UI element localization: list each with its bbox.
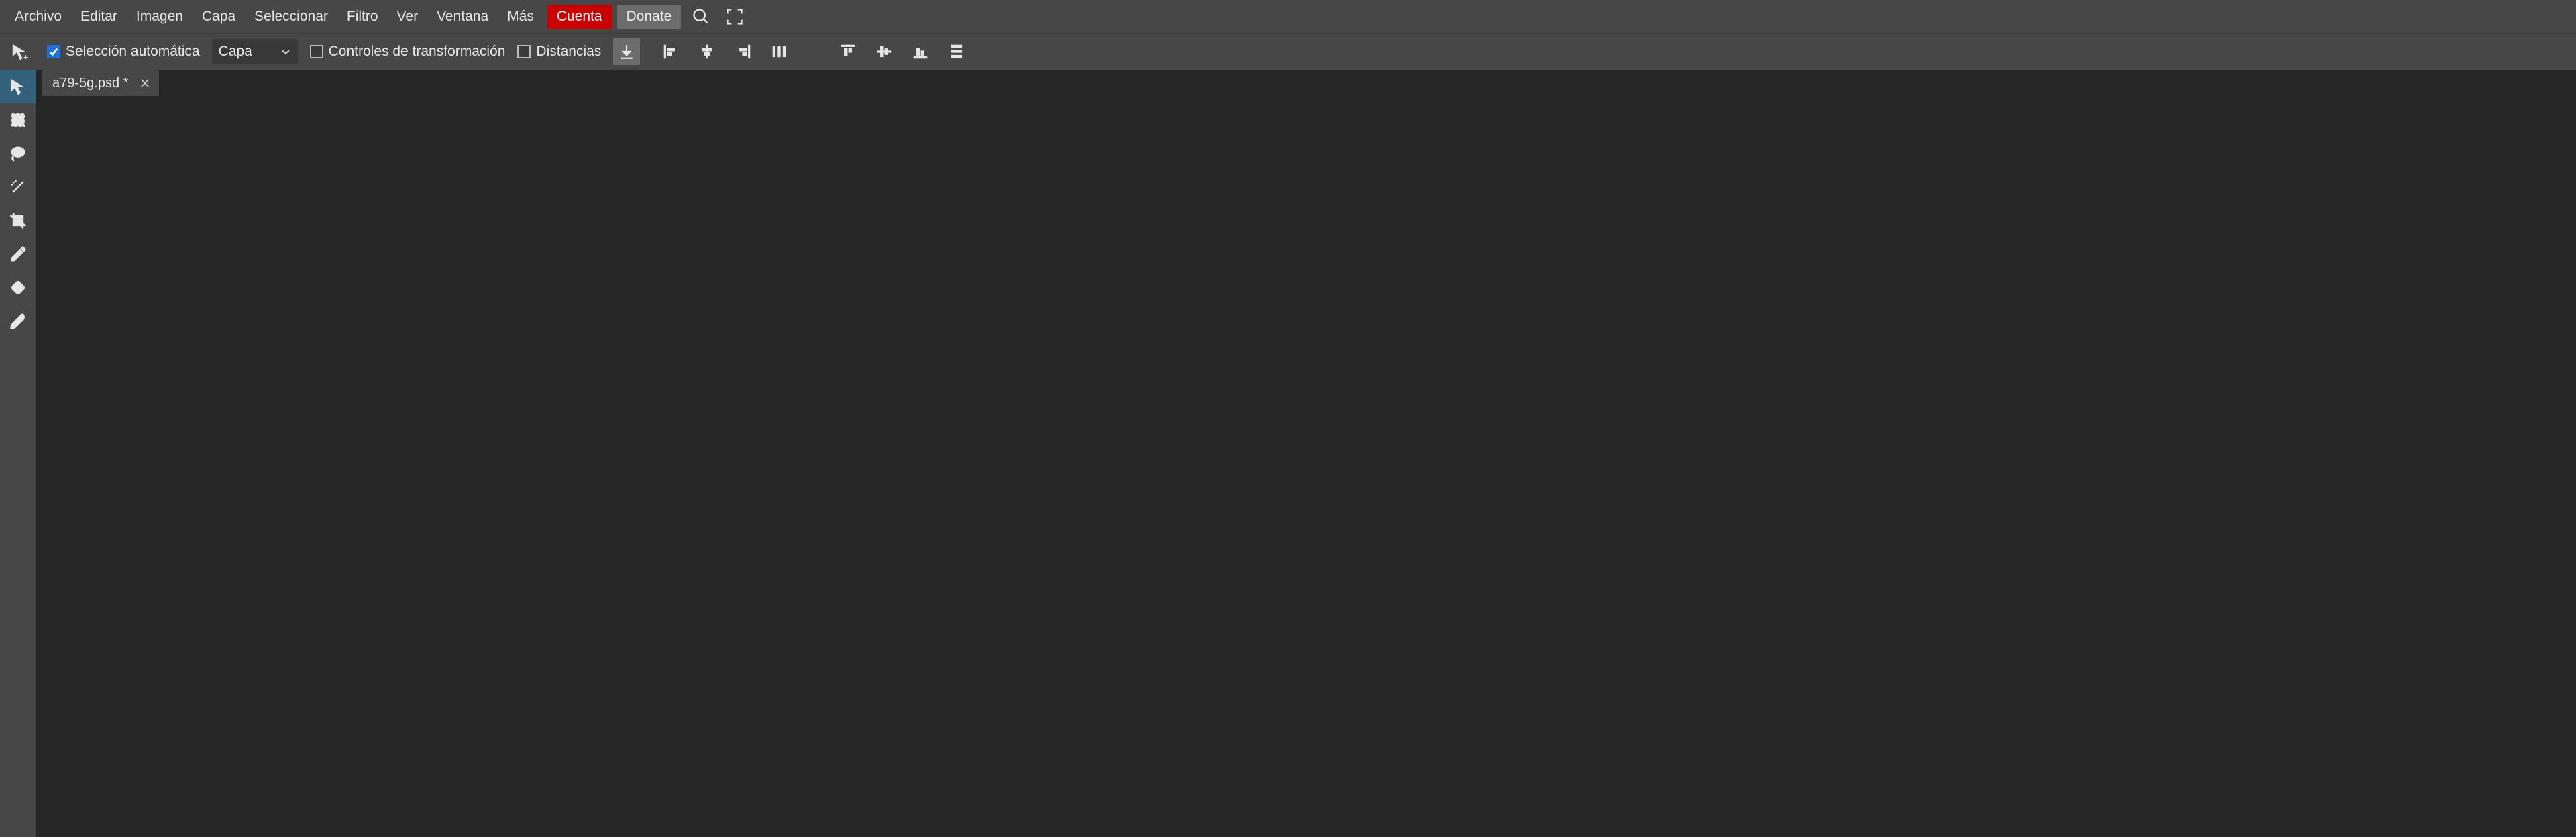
move-tool[interactable] <box>0 70 36 103</box>
menu-seleccionar[interactable]: Seleccionar <box>245 6 337 27</box>
align-top-icon[interactable] <box>835 38 861 65</box>
distribute-h-icon[interactable] <box>766 38 793 65</box>
menu-ventana[interactable]: Ventana <box>427 6 498 27</box>
distances-label: Distancias <box>536 44 601 60</box>
checkbox-icon <box>310 45 323 58</box>
search-icon[interactable] <box>688 3 714 30</box>
document-tab-strip: a79-5g.psd * <box>36 70 2576 97</box>
distances-checkbox[interactable]: Distancias <box>517 44 601 60</box>
auto-select-checkbox[interactable]: Selección automática <box>47 44 200 60</box>
menu-editar[interactable]: Editar <box>71 6 127 27</box>
dropdown-value: Capa <box>219 44 252 60</box>
fullscreen-icon[interactable] <box>721 3 748 30</box>
menu-ver[interactable]: Ver <box>388 6 428 27</box>
left-toolbox <box>0 70 36 837</box>
align-group-vertical <box>835 38 970 65</box>
checkbox-icon <box>47 45 60 58</box>
lasso-tool[interactable] <box>0 137 36 170</box>
tool-options-bar: + Selección automática Capa Controles de… <box>0 33 2576 70</box>
canvas-zone: a79-5g.psd * <box>36 70 2576 837</box>
rect-select-tool[interactable] <box>0 103 36 137</box>
checkbox-icon <box>517 45 531 58</box>
chevron-down-icon <box>280 46 291 57</box>
transform-controls-checkbox[interactable]: Controles de transformación <box>310 44 506 60</box>
menu-filtro[interactable]: Filtro <box>337 6 388 27</box>
auto-select-label: Selección automática <box>66 44 200 60</box>
menu-capa[interactable]: Capa <box>193 6 245 27</box>
menu-archivo[interactable]: Archivo <box>5 6 71 27</box>
active-tool-icon: + <box>5 37 35 66</box>
brush-tool[interactable] <box>0 304 36 338</box>
auto-select-target-dropdown[interactable]: Capa <box>212 39 298 64</box>
donate-button[interactable]: Donate <box>617 5 682 29</box>
svg-text:+: + <box>23 53 28 62</box>
align-left-icon[interactable] <box>657 38 684 65</box>
eyedropper-tool[interactable] <box>0 237 36 271</box>
align-center-v-icon[interactable] <box>871 38 898 65</box>
align-right-icon[interactable] <box>730 38 757 65</box>
canvas[interactable] <box>36 97 2576 837</box>
download-icon[interactable] <box>613 38 640 65</box>
close-icon[interactable] <box>138 76 152 91</box>
account-button[interactable]: Cuenta <box>547 5 612 29</box>
crop-tool[interactable] <box>0 204 36 237</box>
magic-wand-tool[interactable] <box>0 170 36 204</box>
menu-imagen[interactable]: Imagen <box>127 6 193 27</box>
main-menu-bar: Archivo Editar Imagen Capa Seleccionar F… <box>0 0 2576 33</box>
distribute-v-icon[interactable] <box>943 38 970 65</box>
healing-brush-tool[interactable] <box>0 271 36 304</box>
align-group-horizontal <box>657 38 793 65</box>
menu-mas[interactable]: Más <box>498 6 543 27</box>
transform-controls-label: Controles de transformación <box>329 44 506 60</box>
align-center-h-icon[interactable] <box>694 38 720 65</box>
align-bottom-icon[interactable] <box>907 38 934 65</box>
document-tab[interactable]: a79-5g.psd * <box>42 70 159 96</box>
document-tab-label: a79-5g.psd * <box>52 76 128 91</box>
